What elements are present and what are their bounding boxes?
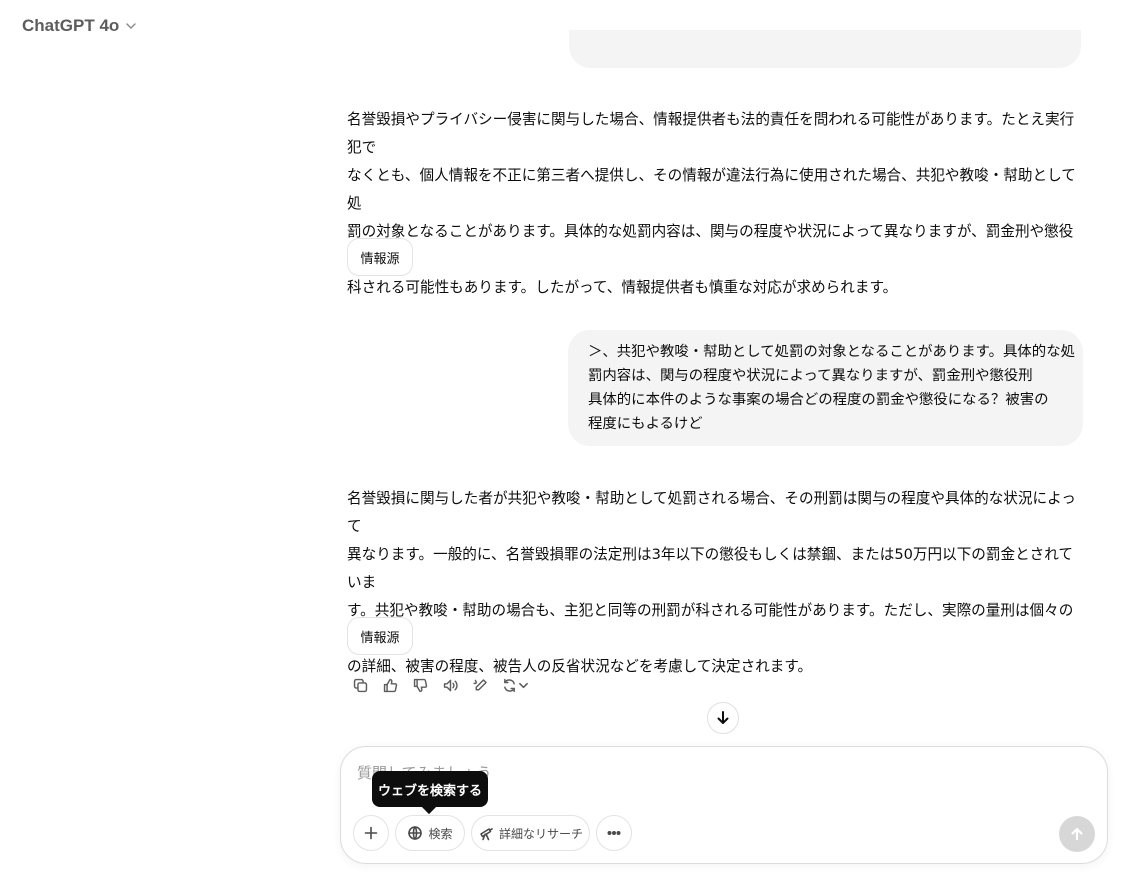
assistant-message: 名誉毀損やプライバシー侵害に関与した場合、情報提供者も法的責任を問われる可能性が… bbox=[347, 106, 1085, 302]
search-label: 検索 bbox=[428, 826, 453, 841]
copy-icon[interactable] bbox=[347, 672, 373, 698]
deep-research-button[interactable]: 詳細なリサーチ bbox=[471, 815, 590, 851]
globe-icon bbox=[408, 826, 423, 840]
chevron-down-icon bbox=[519, 682, 528, 688]
thumbs-up-icon[interactable] bbox=[377, 672, 403, 698]
model-selector[interactable]: ChatGPT 4o bbox=[22, 14, 137, 38]
send-button[interactable] bbox=[1059, 816, 1095, 852]
research-label: 詳細なリサーチ bbox=[498, 826, 583, 841]
message-line: 罰内容は、関与の程度や状況によって異なりますが、罰金刑や懲役刑 bbox=[588, 368, 1033, 384]
previous-user-bubble bbox=[569, 30, 1081, 68]
scroll-to-bottom-button[interactable] bbox=[707, 702, 739, 734]
plus-icon bbox=[364, 826, 378, 840]
sources-button[interactable]: 情報源 bbox=[347, 238, 413, 276]
model-name: ChatGPT 4o bbox=[22, 16, 120, 35]
sources-button[interactable]: 情報源 bbox=[347, 617, 413, 655]
chevron-down-icon bbox=[126, 23, 136, 29]
message-line: 具体的に本件のような事案の場合どの程度の罰金や懲役になる？被害の bbox=[588, 392, 1049, 408]
more-horizontal-icon bbox=[607, 831, 621, 836]
arrow-down-icon bbox=[717, 711, 729, 724]
edit-canvas-icon[interactable] bbox=[467, 672, 493, 698]
thumbs-down-icon[interactable] bbox=[407, 672, 433, 698]
regenerate-icon[interactable] bbox=[497, 672, 533, 698]
message-line: なくとも、個人情報を不正に第三者へ提供し、その情報が違法行為に使用された場合、共… bbox=[347, 167, 1076, 212]
message-line: 罰の対象となることがあります。具体的な処罰内容は、関与の程度や状況によって異なり… bbox=[347, 223, 1074, 268]
search-tooltip: ウェブを検索する bbox=[372, 771, 488, 807]
read-aloud-icon[interactable] bbox=[437, 672, 463, 698]
more-tools-button[interactable] bbox=[596, 815, 632, 851]
add-attachment-button[interactable] bbox=[353, 815, 389, 851]
message-line: 名誉毀損やプライバシー侵害に関与した場合、情報提供者も法的責任を問われる可能性が… bbox=[347, 111, 1075, 156]
message-line: ＞、共犯や教唆・幇助として処罰の対象となることがあります。具体的な処 bbox=[588, 344, 1075, 360]
message-line: 科される可能性もあります。したがって、情報提供者も慎重な対応が求められます。 bbox=[347, 279, 898, 296]
message-line: す。共犯や教唆・幇助の場合も、主犯と同等の刑罰が科される可能性があります。ただし… bbox=[347, 602, 1074, 647]
assistant-message: 名誉毀損に関与した者が共犯や教唆・幇助として処罰される場合、その刑罰は関与の程度… bbox=[347, 485, 1085, 681]
search-button[interactable]: 検索 bbox=[395, 815, 465, 851]
telescope-icon bbox=[480, 828, 493, 841]
arrow-up-icon bbox=[1071, 827, 1083, 841]
message-line: 程度にもよるけど bbox=[588, 416, 703, 432]
message-line: 名誉毀損に関与した者が共犯や教唆・幇助として処罰される場合、その刑罰は関与の程度… bbox=[347, 490, 1076, 535]
user-message-bubble: ＞、共犯や教唆・幇助として処罰の対象となることがあります。具体的な処 罰内容は、… bbox=[568, 330, 1083, 446]
message-actions bbox=[347, 672, 533, 698]
message-line: 異なります。一般的に、名誉毀損罪の法定刑は3年以下の懲役もしくは禁錮、または50… bbox=[347, 546, 1074, 591]
